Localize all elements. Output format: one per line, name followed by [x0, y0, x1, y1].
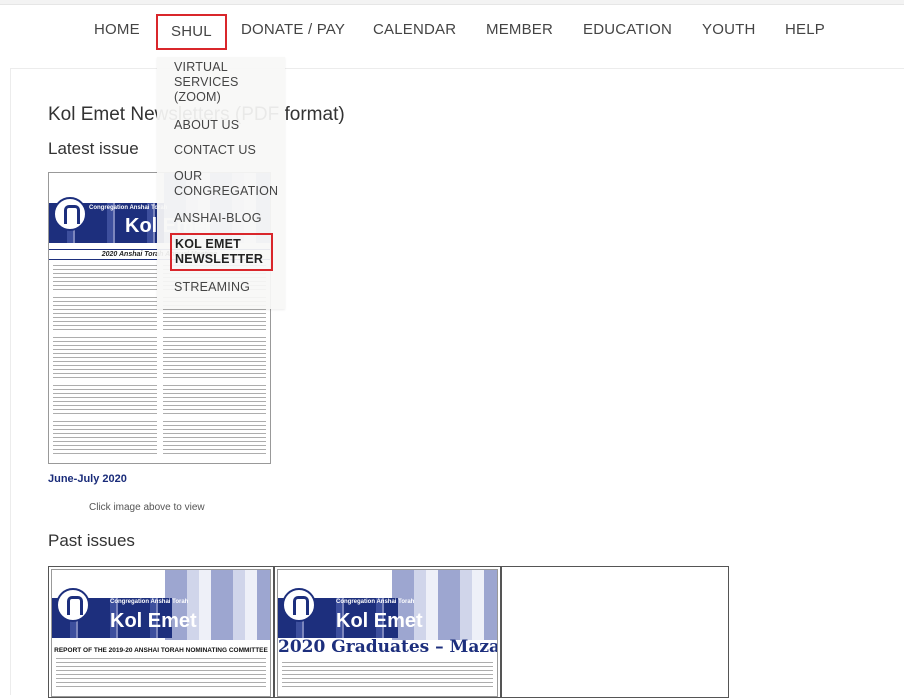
past-issue-cell: Congregation Anshai Torah Kol Emet REPOR…	[48, 566, 274, 698]
shul-dropdown-menu: VIRTUAL SERVICES (ZOOM) ABOUT US CONTACT…	[157, 57, 285, 309]
menu-item-about-us[interactable]: ABOUT US	[174, 118, 239, 133]
nav-help[interactable]: HELP	[785, 21, 825, 38]
past-newsletter-thumbnail[interactable]: Congregation Anshai Torah Kol Emet REPOR…	[51, 569, 271, 697]
thumb-kicker: Congregation Anshai Torah	[89, 205, 168, 211]
nav-education[interactable]: EDUCATION	[583, 21, 672, 38]
main-nav: HOME SHUL DONATE / PAY CALENDAR MEMBER E…	[0, 14, 904, 58]
congregation-logo-icon	[56, 588, 90, 622]
thumb-body-text	[56, 658, 266, 690]
nav-member[interactable]: MEMBER	[486, 21, 553, 38]
nav-donate-pay[interactable]: DONATE / PAY	[241, 21, 345, 38]
past-issue-cell: Congregation Anshai Torah Kol Emet 2020 …	[274, 566, 501, 698]
nav-calendar[interactable]: CALENDAR	[373, 21, 456, 38]
nav-shul[interactable]: SHUL	[156, 14, 227, 50]
thumb-headline: 2020 Graduates – Mazal Tov!!	[278, 637, 497, 657]
latest-issue-date-link[interactable]: June-July 2020	[48, 473, 127, 485]
paragraph-break	[53, 417, 266, 421]
menu-item-our-congregation[interactable]: OUR CONGREGATION	[174, 169, 284, 199]
congregation-logo-icon	[282, 588, 316, 622]
congregation-logo-icon	[53, 197, 87, 231]
thumb-masthead: Kol Emet	[336, 610, 423, 632]
thumb-kicker: Congregation Anshai Torah	[336, 599, 415, 605]
paragraph-break	[53, 331, 266, 335]
thumb-kicker: Congregation Anshai Torah	[110, 599, 189, 605]
thumb-body-text	[282, 662, 493, 690]
thumb-masthead: Kol Emet	[110, 610, 197, 632]
menu-item-virtual-services[interactable]: VIRTUAL SERVICES (ZOOM)	[174, 60, 274, 105]
latest-issue-heading: Latest issue	[48, 139, 139, 158]
past-issue-cell-empty	[501, 566, 729, 698]
past-issues-heading: Past issues	[48, 531, 135, 550]
menu-item-kol-emet-newsletter[interactable]: KOL EMET NEWSLETTER	[170, 233, 273, 271]
menu-item-contact-us[interactable]: CONTACT US	[174, 143, 256, 158]
nav-home[interactable]: HOME	[94, 21, 140, 38]
click-hint: Click image above to view	[89, 502, 205, 513]
thumb-headline: REPORT OF THE 2019-20 ANSHAI TORAH NOMIN…	[54, 647, 268, 654]
menu-item-streaming[interactable]: STREAMING	[174, 280, 250, 295]
past-newsletter-thumbnail[interactable]: Congregation Anshai Torah Kol Emet 2020 …	[277, 569, 498, 697]
nav-youth[interactable]: YOUTH	[702, 21, 756, 38]
menu-item-anshai-blog[interactable]: ANSHAI-BLOG	[174, 211, 262, 226]
paragraph-break	[53, 379, 266, 383]
top-border	[0, 0, 904, 5]
